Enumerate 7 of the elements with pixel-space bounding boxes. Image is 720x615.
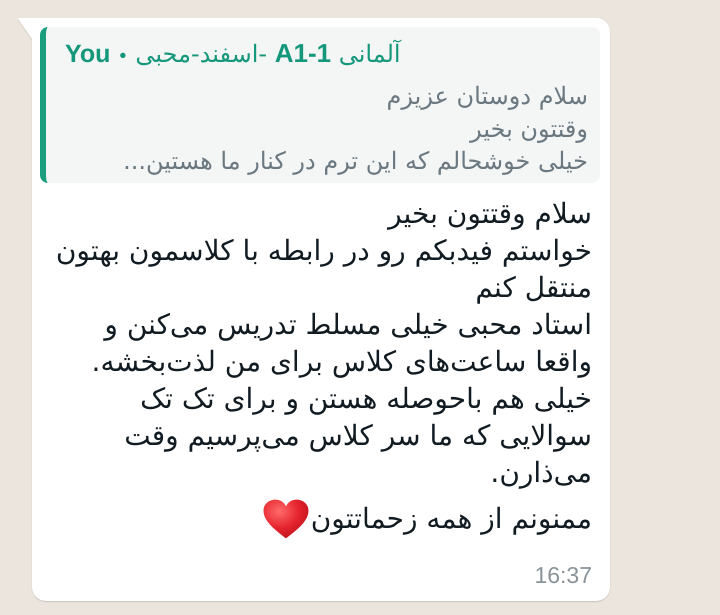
closing-text: ممنونم از همه زحماتتون [310, 501, 592, 537]
quote-sender: You [65, 39, 110, 70]
message-text: سلام وقتتون بخیر خواستم فیدبکم رو در رابطه با کلاسمون بهتون منتقل کنم استاد محبی خیلی مسلط تدریس می‌کنن و واقعا ساعت‌های کلاس برای من لذت‌بخشه. خیلی هم باحوصله هستن و برای تک تک سوالایی که ما سر کلاس می‌پرسیم وقت می‌ذارن. [54, 196, 593, 490]
quote-text: سلام دوستان عزیزم وقتتون بخیر خیلی خوشحالم که این ترم در کنار ما هستین... [122, 81, 588, 177]
separator-dot: • [119, 44, 126, 69]
message-time: 16:37 [534, 562, 592, 588]
heart-icon [262, 498, 309, 538]
